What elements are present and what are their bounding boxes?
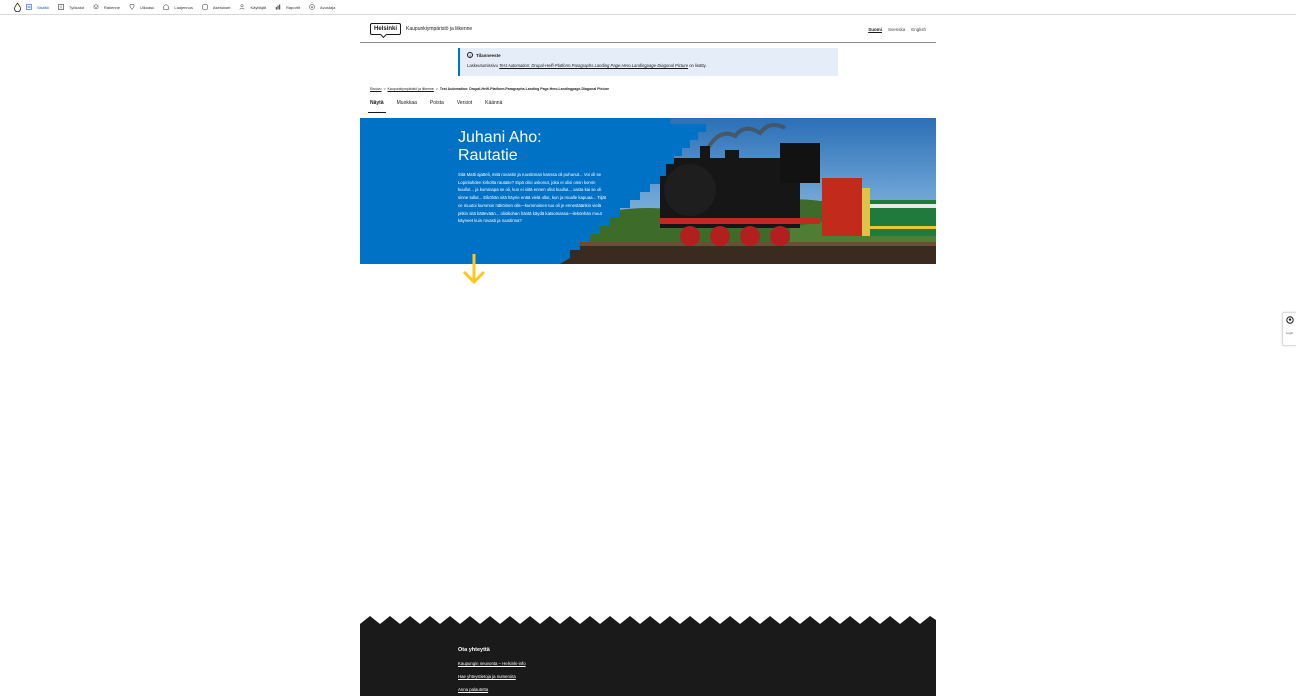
toolbar-item-tools[interactable]: Työkalut xyxy=(58,4,84,10)
toolbar-item-config[interactable]: Asetukset xyxy=(202,4,231,10)
people-icon xyxy=(239,4,245,10)
toolbar-label: Työkalut xyxy=(69,4,84,10)
arrow-down-icon[interactable] xyxy=(461,252,487,286)
toolbar-label: Laajennus xyxy=(174,4,193,10)
config-icon xyxy=(202,4,208,10)
hero-title: Juhani Aho: Rautatie xyxy=(458,129,542,164)
footer-koro-background xyxy=(360,616,936,696)
tab-view[interactable]: Näytä xyxy=(368,98,386,113)
extend-icon xyxy=(163,4,170,10)
tab-revisions[interactable]: Versiot xyxy=(455,98,474,113)
toolbar-label: Raportit xyxy=(286,4,301,10)
toolbar-item-help[interactable]: Avustaja xyxy=(309,4,335,10)
reports-icon xyxy=(275,4,281,10)
toolbar-item-structure[interactable]: Rakenne xyxy=(92,4,120,10)
status-page-link[interactable]: Test Automation: Drupal-Helfi-Platform.P… xyxy=(499,63,688,68)
site-header: Helsinki Kaupunkiympäristö ja liikenne S… xyxy=(360,16,936,43)
status-message: i Tilanneeste Laskeutumissivu Test Autom… xyxy=(458,48,838,76)
status-text: Laskeutumissivu Test Automation: Drupal-… xyxy=(467,63,831,68)
breadcrumb-parent[interactable]: Kaupunkiympäristö ja liikenne xyxy=(388,87,434,91)
breadcrumb-separator: > xyxy=(383,87,386,91)
toolbar-item-people[interactable]: Käyttäjät xyxy=(239,4,266,10)
language-link-fi[interactable]: Suomi xyxy=(868,27,882,32)
toolbar-item-content[interactable]: Sisältö xyxy=(26,4,49,10)
toolbar-label: Ulkoasu xyxy=(139,4,155,10)
language-link-sv[interactable]: Svenska xyxy=(888,27,905,32)
language-switcher: Suomi Svenska English xyxy=(868,27,926,32)
toolbar-item-appearance[interactable]: Ulkoasu xyxy=(129,4,154,10)
admin-toolbar: Sisältö Työkalut Rakenne Ulkoasu Laajenn… xyxy=(0,0,1296,15)
footer-title: Ota yhteyttä xyxy=(458,647,490,653)
toolbar-item-extend[interactable]: Laajennus xyxy=(163,4,193,10)
toolbar-item-reports[interactable]: Raportit xyxy=(275,4,300,10)
breadcrumb: Etusivu > Kaupunkiympäristö ja liikenne … xyxy=(370,87,609,91)
toolbar-label: Asetukset xyxy=(212,4,231,10)
hero-section: Juhani Aho: Rautatie Sitä Matti ajatteli… xyxy=(360,118,936,264)
breadcrumb-current: Test Automation: Drupal-Helfi-Platform.P… xyxy=(439,87,610,91)
hero-description: Sitä Matti ajatteli, mitä rovastin ja ru… xyxy=(458,172,607,224)
site-footer: Ota yhteyttä Kaupungin neuvonta – Helsin… xyxy=(360,614,936,696)
breadcrumb-separator: > xyxy=(435,87,438,91)
info-icon: i xyxy=(467,52,473,58)
status-text-prefix: Laskeutumissivu xyxy=(467,63,500,68)
side-login-widget[interactable]: Login xyxy=(1282,312,1296,346)
status-title-row: i Tilanneeste xyxy=(467,52,831,58)
toolbar-label: Sisältö xyxy=(37,4,50,10)
language-link-en[interactable]: English xyxy=(911,27,926,32)
structure-icon xyxy=(92,4,99,10)
footer-link-contacts[interactable]: Hae yhteystietoja ja numeroita xyxy=(458,674,526,679)
drupal-drop-icon[interactable] xyxy=(12,2,22,12)
hero-train-image xyxy=(560,118,936,264)
appearance-icon xyxy=(129,4,135,10)
help-icon xyxy=(309,4,315,10)
tab-edit[interactable]: Muokkaa xyxy=(395,98,419,113)
tools-icon xyxy=(58,4,64,10)
status-text-suffix: on lisätty. xyxy=(688,63,707,68)
tab-translate[interactable]: Käännä xyxy=(483,98,504,113)
helsinki-logo[interactable]: Helsinki xyxy=(370,23,402,35)
side-widget-label: Login xyxy=(1285,331,1294,335)
breadcrumb-home[interactable]: Etusivu xyxy=(370,87,381,91)
footer-link-helsinki-info[interactable]: Kaupungin neuvonta – Helsinki-info xyxy=(458,661,526,666)
site-wrapper: Helsinki Kaupunkiympäristö ja liikenne S… xyxy=(360,16,936,43)
content-icon xyxy=(26,4,32,10)
site-name[interactable]: Kaupunkiympäristö ja liikenne xyxy=(406,26,472,32)
local-tasks-tabs: Näytä Muokkaa Poista Versiot Käännä xyxy=(368,98,513,113)
tab-delete[interactable]: Poista xyxy=(428,98,446,113)
toolbar-label: Avustaja xyxy=(320,4,336,10)
toolbar-label: Rakenne xyxy=(103,4,120,10)
footer-link-feedback[interactable]: Anna palautetta xyxy=(458,687,526,692)
footer-contact: Ota yhteyttä Kaupungin neuvonta – Helsin… xyxy=(458,647,526,696)
toolbar-label: Käyttäjät xyxy=(250,4,267,10)
status-title: Tilanneeste xyxy=(476,52,501,58)
user-circle-icon xyxy=(1285,316,1294,324)
